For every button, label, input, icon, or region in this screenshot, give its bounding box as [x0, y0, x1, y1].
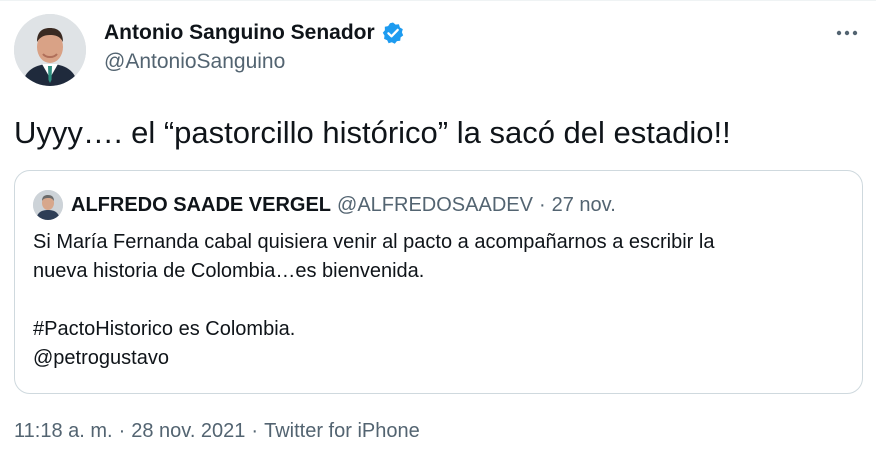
verified-badge-icon [381, 21, 405, 45]
author-name-row: Antonio Sanguino Senador [104, 18, 405, 48]
separator-dot: · [118, 420, 126, 442]
tweet-card: Antonio Sanguino Senador @AntonioSanguin… [0, 0, 876, 459]
divider [0, 0, 876, 1]
quoted-author-handle: @ALFREDOSAADEV [337, 193, 533, 216]
quoted-tweet-header: ALFREDO SAADE VERGEL @ALFREDOSAADEV · 27… [33, 190, 616, 220]
tweet-text: Uyyy…. el “pastorcillo histórico” la sac… [14, 115, 731, 150]
quoted-text-line [33, 286, 848, 315]
quoted-text-line: nueva historia de Colombia…es bienvenida… [33, 260, 425, 282]
separator-dot: · [251, 420, 259, 442]
quoted-tweet[interactable]: ALFREDO SAADE VERGEL @ALFREDOSAADEV · 27… [14, 170, 863, 394]
author-avatar[interactable] [14, 14, 86, 86]
tweet-date[interactable]: 28 nov. 2021 [131, 420, 245, 443]
quoted-text-mention: @petrogustavo [33, 347, 169, 369]
quoted-author-name: ALFREDO SAADE VERGEL [71, 193, 332, 216]
quoted-author-avatar [33, 190, 63, 220]
more-options-icon[interactable] [834, 20, 860, 46]
quoted-text-hashtag: #PactoHistorico es Colombia. [33, 318, 296, 340]
quoted-tweet-date: 27 nov. [551, 193, 616, 216]
tweet-time[interactable]: 11:18 a. m. [14, 420, 113, 443]
tweet-meta: 11:18 a. m. · 28 nov. 2021 · Twitter for… [14, 420, 420, 443]
author-handle[interactable]: @AntonioSanguino [104, 50, 285, 74]
quoted-tweet-text: Si María Fernanda cabal quisiera venir a… [33, 228, 848, 373]
quoted-text-line: Si María Fernanda cabal quisiera venir a… [33, 231, 715, 253]
separator-dot: · [538, 193, 546, 216]
tweet-source[interactable]: Twitter for iPhone [264, 420, 420, 443]
author-display-name[interactable]: Antonio Sanguino Senador [104, 21, 375, 45]
